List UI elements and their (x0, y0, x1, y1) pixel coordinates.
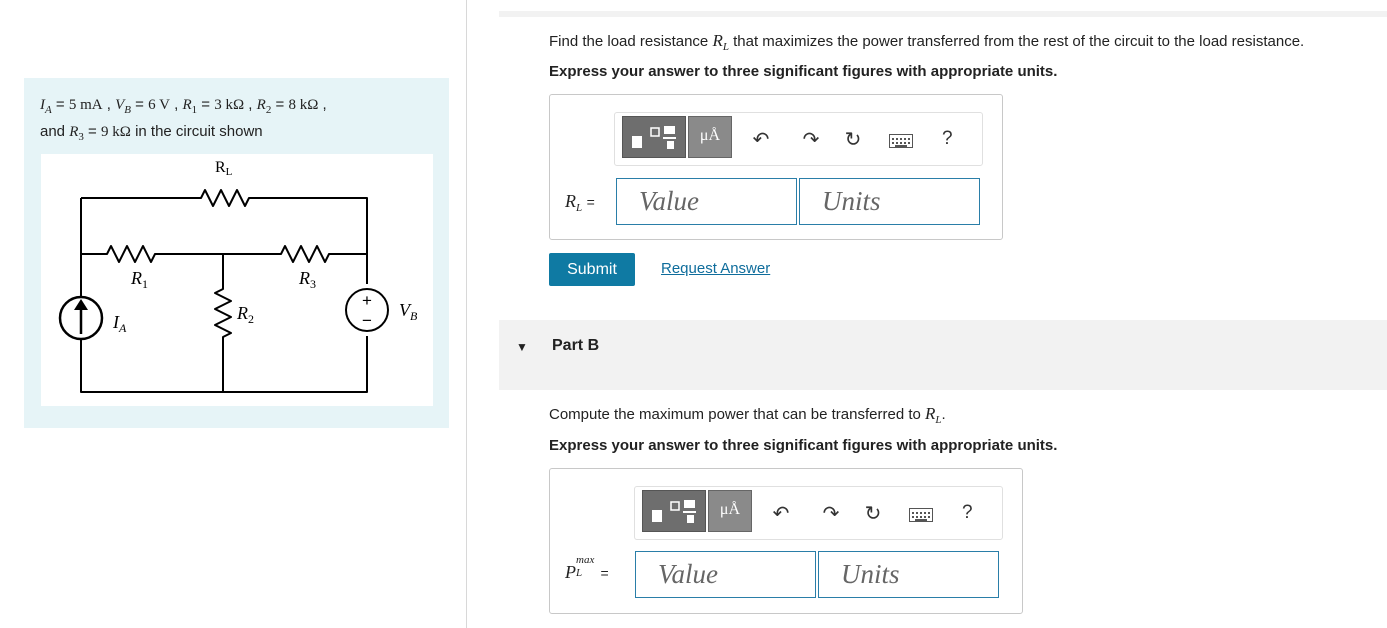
units-icon: μÅ (719, 501, 741, 518)
wire-top (81, 189, 368, 254)
column-divider (466, 0, 467, 628)
part-a-units-input[interactable]: Units (799, 178, 980, 225)
templates-icon (632, 126, 676, 149)
templates-icon (652, 500, 696, 523)
label-r3: R3 (298, 268, 316, 291)
part-b-header[interactable] (499, 320, 1387, 390)
units-icon: μÅ (699, 127, 721, 144)
submit-button[interactable]: Submit (549, 253, 635, 286)
part-b-units-input[interactable]: Units (818, 551, 999, 598)
request-answer-link[interactable]: Request Answer (661, 260, 770, 277)
part-a-header-bar (499, 11, 1387, 17)
label-vb: VB (399, 300, 418, 323)
templates-button[interactable] (622, 116, 686, 158)
redo-icon[interactable]: ↷ (796, 125, 826, 155)
part-a-var-label: RL = (565, 191, 595, 215)
given-values: IA = 5 mA , VB = 6 V , R1 = 3 kΩ , R2 = … (40, 94, 327, 148)
redo-icon[interactable]: ↷ (816, 499, 846, 529)
help-icon[interactable]: ? (942, 128, 953, 150)
label-ia: IA (112, 312, 127, 335)
collapse-caret-icon[interactable]: ▼ (516, 340, 528, 354)
part-b-instruction: Express your answer to three significant… (549, 437, 1058, 454)
part-b-value-input[interactable]: Value (635, 551, 816, 598)
units-button[interactable]: μÅ (708, 490, 752, 532)
minus-sign: − (362, 311, 372, 330)
circuit-svg: + − RL R1 R3 R2 IA VB (58, 159, 418, 393)
part-b-question: Compute the maximum power that can be tr… (549, 404, 946, 426)
keyboard-icon[interactable] (889, 134, 913, 148)
templates-button[interactable] (642, 490, 706, 532)
part-a-instruction: Express your answer to three significant… (549, 63, 1058, 80)
resistor-r2 (214, 254, 232, 392)
label-rl: RL (215, 159, 233, 178)
given-line-2: and R3 = 9 kΩ in the circuit shown (40, 123, 263, 143)
part-b-var-label: Pmax L = (565, 554, 609, 582)
label-r2: R2 (236, 303, 254, 326)
part-a-question: Find the load resistance RL that maximiz… (549, 31, 1305, 53)
keyboard-icon[interactable] (909, 508, 933, 522)
undo-icon[interactable]: ↶ (766, 499, 796, 529)
undo-icon[interactable]: ↶ (746, 125, 776, 155)
reset-icon[interactable]: ↻ (858, 499, 888, 529)
label-r1: R1 (130, 268, 148, 291)
plus-sign: + (362, 291, 372, 310)
part-b-title[interactable]: Part B (552, 337, 599, 355)
units-button[interactable]: μÅ (688, 116, 732, 158)
reset-icon[interactable]: ↻ (838, 125, 868, 155)
given-line-1: IA = 5 mA , VB = 6 V , R1 = 3 kΩ , R2 = … (40, 96, 327, 116)
help-icon[interactable]: ? (962, 502, 973, 524)
circuit-diagram: + − RL R1 R3 R2 IA VB (41, 154, 433, 406)
part-a-value-input[interactable]: Value (616, 178, 797, 225)
